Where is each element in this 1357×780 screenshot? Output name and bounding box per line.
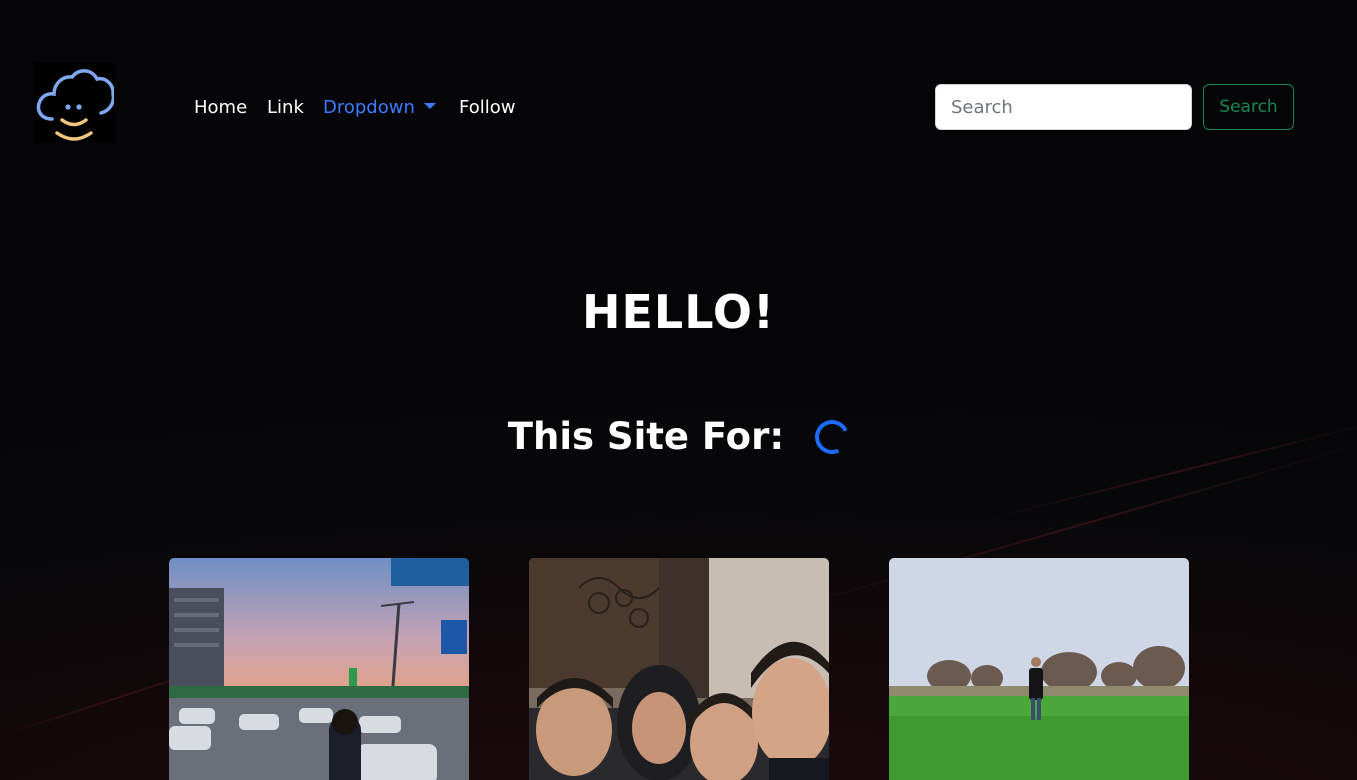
group-selfie-photo — [529, 558, 829, 780]
photo-card-group[interactable] — [529, 558, 829, 780]
caret-down-icon — [423, 103, 436, 109]
nav-link-home[interactable]: Home — [194, 95, 247, 121]
search-input[interactable] — [935, 84, 1192, 130]
photo-card-field[interactable] — [889, 558, 1189, 780]
cloud-logo-icon — [36, 69, 116, 141]
nav-link-link[interactable]: Link — [267, 95, 304, 121]
subtitle-row: This Site For: — [0, 410, 1357, 464]
man-on-green-field-photo — [889, 558, 1189, 780]
nav-dropdown-label: Dropdown — [323, 97, 415, 118]
photo-card-sunset[interactable] — [169, 558, 469, 780]
sunset-parking-lot-photo — [169, 558, 469, 780]
subtitle: This Site For: — [507, 415, 785, 458]
cloud-smile-logo[interactable] — [34, 63, 116, 143]
search-button[interactable]: Search — [1203, 84, 1294, 130]
hero-title: HELLO! — [582, 285, 775, 339]
loading-spinner-icon — [810, 415, 855, 459]
nav-dropdown[interactable]: Dropdown — [323, 95, 436, 121]
navbar: Home Link Dropdown Follow Search — [0, 60, 1357, 156]
nav-link-follow[interactable]: Follow — [459, 95, 515, 121]
